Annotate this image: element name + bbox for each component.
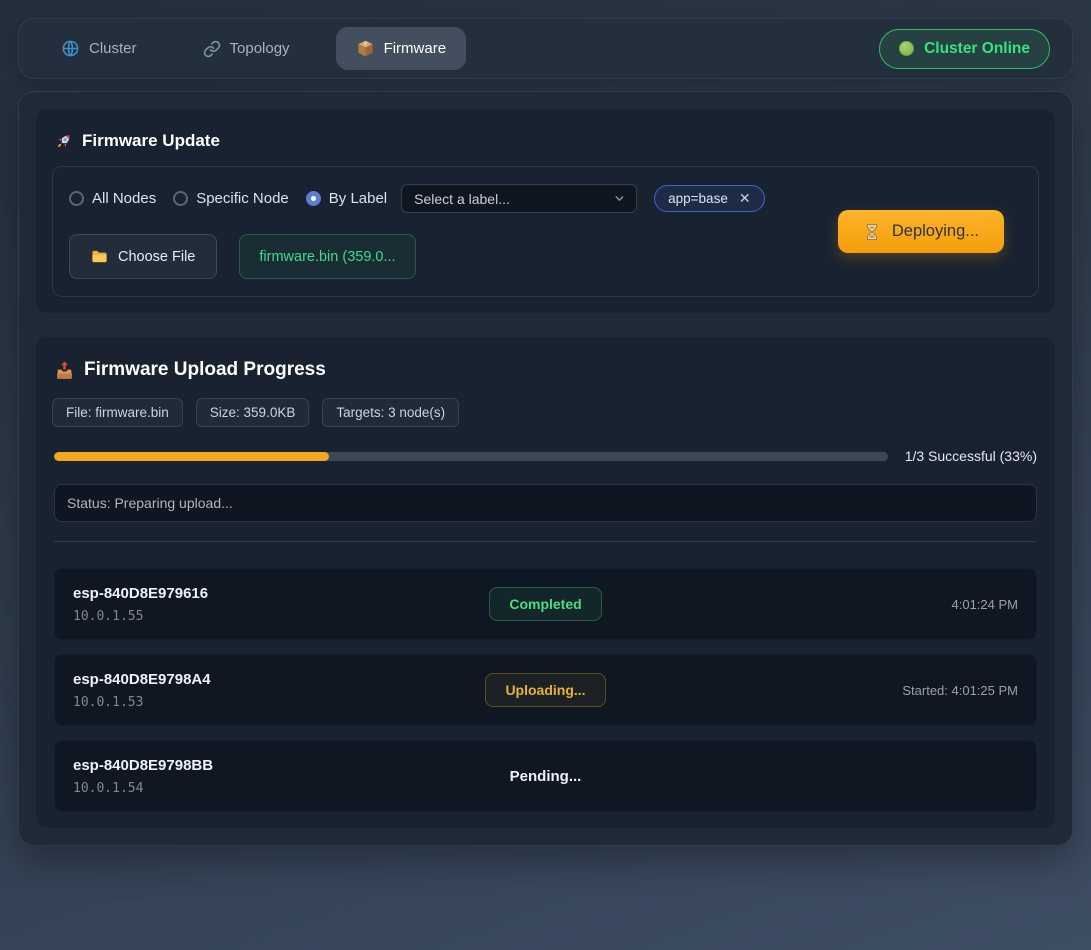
radio-by-label[interactable]: By Label: [306, 190, 387, 207]
cluster-online-label: Cluster Online: [924, 40, 1030, 58]
meta-size: Size: 359.0KB: [196, 398, 310, 427]
node-name: esp-840D8E979616: [73, 585, 489, 602]
divider: [54, 541, 1037, 542]
status-badge: Pending...: [510, 760, 582, 793]
upload-progress-title: Firmware Upload Progress: [54, 359, 1039, 381]
label-chip-app-base: app=base ✕: [654, 185, 764, 212]
chevron-down-icon: [613, 192, 626, 205]
rocket-icon: [54, 132, 73, 151]
label-select-placeholder: Select a label...: [414, 191, 510, 207]
globe-icon: [61, 39, 80, 58]
green-dot-icon: [899, 41, 914, 56]
node-time: 4:01:24 PM: [602, 597, 1018, 612]
node-list: esp-840D8E979616 10.0.1.55 Completed 4:0…: [54, 568, 1037, 812]
hourglass-icon: [863, 223, 881, 241]
meta-badges: File: firmware.bin Size: 359.0KB Targets…: [52, 398, 1039, 427]
progress-row: 1/3 Successful (33%): [54, 448, 1037, 464]
radio-dot: [306, 191, 321, 206]
firmware-update-title: Firmware Update: [54, 131, 1039, 151]
nav-item-cluster[interactable]: Cluster: [41, 27, 157, 70]
node-row: esp-840D8E979616 10.0.1.55 Completed 4:0…: [54, 568, 1037, 640]
status-badge: Uploading...: [485, 673, 605, 707]
radio-dot: [173, 191, 188, 206]
upload-tray-icon: [54, 360, 75, 381]
node-row: esp-840D8E9798BB 10.0.1.54 Pending...: [54, 740, 1037, 812]
nav-item-label: Topology: [230, 40, 290, 57]
update-form: All Nodes Specific Node By Label Select …: [52, 166, 1039, 297]
link-icon: [203, 40, 221, 58]
status-badge: Completed: [489, 587, 601, 621]
top-nav: Cluster Topology Firmware Cluster Online: [18, 18, 1073, 79]
folder-icon: [91, 248, 108, 265]
upload-progress-card: Firmware Upload Progress File: firmware.…: [35, 336, 1056, 829]
nav-item-firmware[interactable]: Firmware: [336, 27, 467, 70]
main-panel: Firmware Update All Nodes Specific Node …: [18, 91, 1073, 846]
firmware-update-card: Firmware Update All Nodes Specific Node …: [35, 108, 1056, 314]
progress-label: 1/3 Successful (33%): [905, 448, 1037, 464]
choose-file-button[interactable]: Choose File: [69, 234, 217, 279]
radio-dot: [69, 191, 84, 206]
radio-specific-node[interactable]: Specific Node: [173, 190, 289, 207]
label-select-dropdown[interactable]: Select a label...: [401, 184, 637, 213]
meta-file: File: firmware.bin: [52, 398, 183, 427]
selected-file-chip: firmware.bin (359.0...: [239, 234, 415, 279]
node-ip: 10.0.1.53: [73, 695, 485, 710]
node-name: esp-840D8E9798BB: [73, 757, 510, 774]
package-icon: [356, 39, 375, 58]
cluster-online-badge: Cluster Online: [879, 29, 1050, 69]
deploy-button[interactable]: Deploying...: [838, 210, 1004, 253]
chip-remove-icon[interactable]: ✕: [739, 190, 751, 207]
radio-all-nodes[interactable]: All Nodes: [69, 190, 156, 207]
node-ip: 10.0.1.55: [73, 609, 489, 624]
node-ip: 10.0.1.54: [73, 781, 510, 796]
progress-bar-fill: [54, 452, 329, 461]
node-time: Started: 4:01:25 PM: [606, 683, 1018, 698]
status-message: Status: Preparing upload...: [54, 484, 1037, 522]
progress-bar: [54, 452, 888, 461]
meta-targets: Targets: 3 node(s): [322, 398, 459, 427]
node-name: esp-840D8E9798A4: [73, 671, 485, 688]
nav-item-label: Firmware: [384, 40, 447, 57]
nav-item-label: Cluster: [89, 40, 137, 57]
nav-item-topology[interactable]: Topology: [183, 28, 310, 70]
node-row: esp-840D8E9798A4 10.0.1.53 Uploading... …: [54, 654, 1037, 726]
